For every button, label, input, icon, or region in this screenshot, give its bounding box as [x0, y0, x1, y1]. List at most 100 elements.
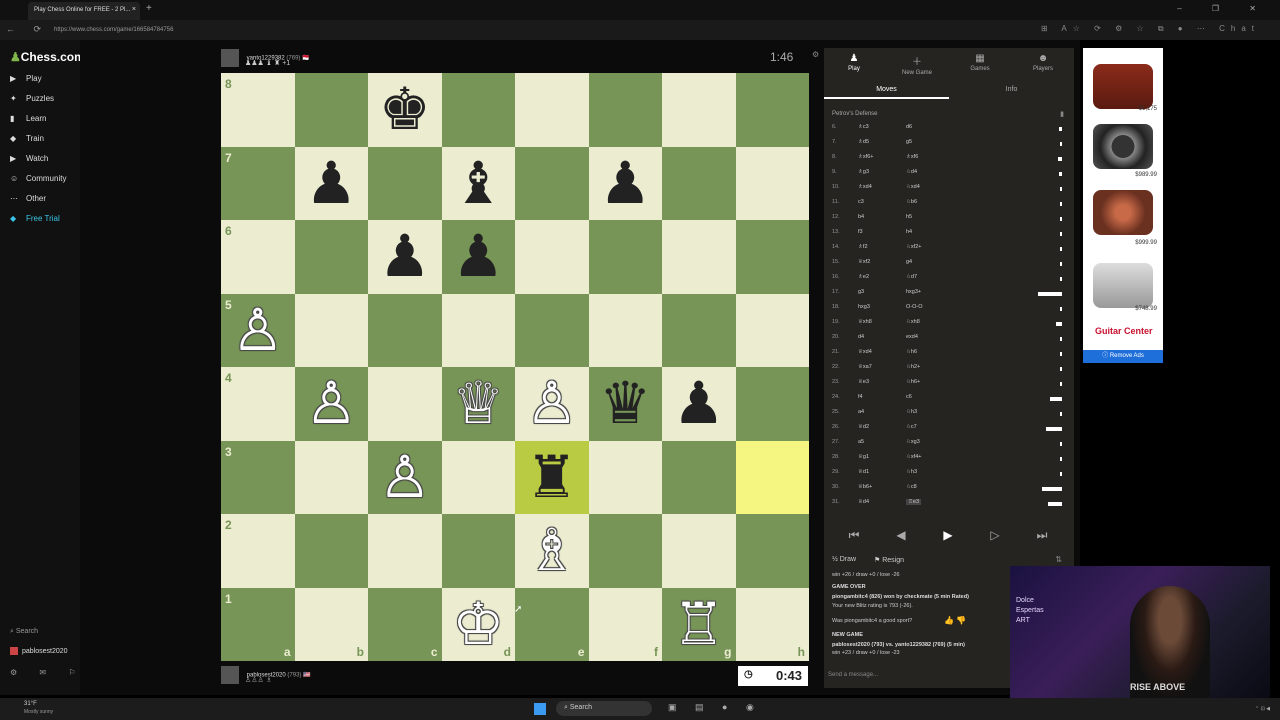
black-move[interactable]: ♘xf2+ — [906, 244, 921, 250]
windows-start-icon[interactable] — [534, 703, 546, 715]
extension-icons[interactable]: ⊞ A☆ ⟳ ⚙ ☆ ⧉ ● ⋯ Chat — [1041, 24, 1260, 34]
square-f2[interactable] — [588, 514, 662, 588]
first-move-button[interactable]: ⏮ — [834, 528, 874, 543]
white-move[interactable]: ♕d2 — [858, 424, 869, 430]
last-move-button[interactable]: ⏭ — [1022, 528, 1062, 543]
square-g3[interactable] — [662, 440, 736, 514]
piece-f4[interactable]: ♛ — [589, 367, 663, 441]
white-move[interactable]: ♕d4 — [858, 499, 869, 505]
square-a1[interactable]: 1a — [221, 587, 295, 661]
black-move[interactable]: ♘xf4+ — [906, 454, 921, 460]
square-h7[interactable] — [735, 146, 809, 220]
black-move[interactable]: ♘h6 — [906, 349, 917, 355]
square-b8[interactable] — [294, 73, 368, 147]
white-move[interactable]: ♗c3 — [858, 124, 869, 130]
weather-desc[interactable]: Mostly sunny — [24, 709, 53, 715]
square-f6[interactable] — [588, 220, 662, 294]
square-c7[interactable] — [368, 146, 442, 220]
piece-a5[interactable]: ♙ — [221, 294, 295, 368]
white-move[interactable]: f4 — [858, 394, 863, 400]
sidebar-item-watch[interactable]: ▶ Watch — [10, 154, 48, 163]
piece-d1[interactable]: ♔ — [442, 588, 516, 662]
browser-nav-buttons[interactable]: ← ⟳ — [6, 24, 49, 35]
subtab-moves[interactable]: Moves — [824, 86, 949, 99]
prev-move-button[interactable]: ◀ — [881, 528, 921, 542]
white-move[interactable]: f3 — [858, 229, 863, 235]
black-move[interactable]: d6 — [906, 124, 912, 130]
square-h2[interactable] — [735, 514, 809, 588]
square-d2[interactable] — [441, 514, 515, 588]
square-d5[interactable] — [441, 293, 515, 367]
square-g2[interactable] — [662, 514, 736, 588]
chat-input[interactable]: Send a message... — [828, 672, 878, 678]
white-move[interactable]: ♗d5 — [858, 139, 869, 145]
piece-c6[interactable]: ♟ — [368, 220, 442, 294]
sidebar-item-free-trial[interactable]: ◆ Free Trial — [10, 214, 60, 223]
black-move[interactable]: ♘c8 — [906, 484, 917, 490]
next-move-button[interactable]: ▷ — [975, 528, 1015, 542]
white-move[interactable]: c3 — [858, 199, 864, 205]
square-d8[interactable] — [441, 73, 515, 147]
taskbar-apps[interactable]: ▣ ▤ ● ◉ — [668, 702, 762, 713]
piece-c3[interactable]: ♙ — [368, 441, 442, 515]
black-move[interactable]: ♘d7 — [906, 274, 917, 280]
book-icon[interactable]: ▮ — [1060, 110, 1064, 118]
square-f1[interactable]: f — [588, 587, 662, 661]
black-move[interactable]: h4 — [906, 229, 912, 235]
black-move[interactable]: ♘xh8 — [906, 319, 920, 325]
white-move[interactable]: ♕d1 — [858, 469, 869, 475]
tab-games[interactable]: ▦ Games — [950, 53, 1010, 72]
resign-button[interactable]: ⚑ Resign — [874, 556, 904, 564]
window-controls[interactable]: – ❐ ✕ — [1177, 4, 1270, 13]
tab-new-game[interactable]: ＋ New Game — [887, 53, 947, 76]
black-move[interactable]: ♘xg3 — [906, 439, 920, 445]
thumbs-icons[interactable]: 👍 👎 — [944, 616, 966, 625]
black-move[interactable]: c6 — [906, 394, 912, 400]
play-button[interactable]: ▶ — [928, 528, 968, 542]
extension-icon-row[interactable]: ⊞ A☆ ⟳ ⚙ ☆ ⧉ ● ⋯ — [1041, 24, 1211, 33]
draw-button[interactable]: ½ Draw — [832, 556, 856, 563]
black-move[interactable]: ♘h2+ — [906, 364, 920, 370]
sidebar-user[interactable]: pablosest2020 — [10, 647, 68, 655]
white-move[interactable]: d4 — [858, 334, 864, 340]
chesscom-logo[interactable]: ♟Chess.com — [10, 50, 85, 64]
square-c2[interactable] — [368, 514, 442, 588]
white-move[interactable]: ♗xd4 — [858, 184, 872, 190]
white-move[interactable]: b4 — [858, 214, 864, 220]
black-move[interactable]: hxg3+ — [906, 289, 921, 295]
black-move[interactable]: g4 — [906, 259, 912, 265]
square-f5[interactable] — [588, 293, 662, 367]
chess-board[interactable]: 8 7 6 5 4 3 2 1 a b c d e f g h ♚ ♟ ♝ ♟ ♟ ♟ ♙ ♙ ♕ ♙ ♛ ♟ ♙ ♜ ♗ ♔ ♖ — [221, 73, 809, 661]
piece-e4[interactable]: ♙ — [515, 367, 589, 441]
black-move[interactable]: ♘h3 — [906, 409, 917, 415]
square-c4[interactable] — [368, 367, 442, 441]
white-move[interactable]: ♕e3 — [858, 379, 869, 385]
square-b2[interactable] — [294, 514, 368, 588]
sidebar-item-other[interactable]: ⋯ Other — [10, 194, 46, 203]
square-h3[interactable] — [735, 440, 809, 514]
ad-banner[interactable]: $1,175 $989.99 $999.99 $748.99 Guitar Ce… — [1083, 48, 1163, 363]
square-h6[interactable] — [735, 220, 809, 294]
new-tab-button[interactable]: + — [146, 3, 152, 14]
piece-b7[interactable]: ♟ — [295, 147, 369, 221]
square-b6[interactable] — [294, 220, 368, 294]
square-g5[interactable] — [662, 293, 736, 367]
square-b3[interactable] — [294, 440, 368, 514]
square-b1[interactable]: b — [294, 587, 368, 661]
url-field[interactable]: https://www.chess.com/game/166584784756 — [54, 27, 173, 33]
system-tray[interactable]: ⌃ ⊡ ◀ — [1255, 706, 1270, 712]
square-c5[interactable] — [368, 293, 442, 367]
square-d3[interactable] — [441, 440, 515, 514]
sidebar-item-play[interactable]: ▶ Play — [10, 74, 42, 83]
white-move[interactable]: ♕xa7 — [858, 364, 872, 370]
black-move[interactable]: h5 — [906, 214, 912, 220]
square-a4[interactable]: 4 — [221, 367, 295, 441]
remove-ads-button[interactable]: ⓘ Remove Ads — [1083, 350, 1163, 363]
weather-temp[interactable]: 31°F — [24, 701, 37, 707]
black-move[interactable]: exd4 — [906, 334, 918, 340]
taskbar-search[interactable]: ⌕ Search — [556, 701, 652, 716]
sidebar-item-learn[interactable]: ▮ Learn — [10, 114, 46, 123]
my-avatar[interactable] — [221, 666, 239, 684]
piece-f7[interactable]: ♟ — [589, 147, 663, 221]
piece-c8[interactable]: ♚ — [368, 73, 442, 147]
